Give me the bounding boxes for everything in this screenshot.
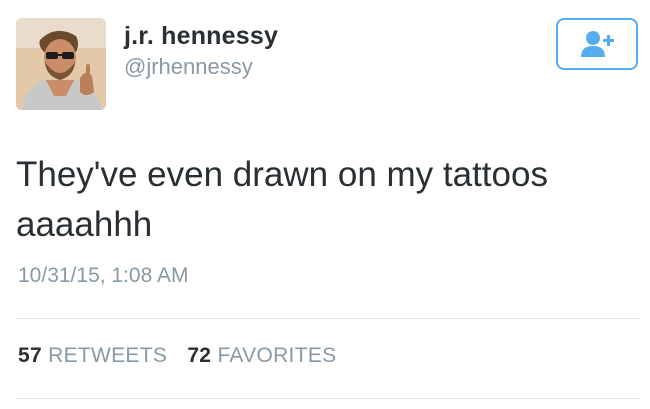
retweets-stat[interactable]: 57 RETWEETS (18, 344, 167, 368)
follow-button[interactable] (556, 18, 638, 70)
user-handle[interactable]: @jrhennessy (124, 54, 253, 80)
favorites-stat[interactable]: 72 FAVORITES (187, 344, 336, 368)
tweet-timestamp[interactable]: 10/31/15, 1:08 AM (18, 264, 188, 288)
add-user-icon (581, 31, 614, 57)
divider (16, 398, 640, 399)
favorites-label: FAVORITES (217, 344, 337, 367)
favorites-count: 72 (187, 344, 212, 367)
profile-photo-icon (16, 18, 106, 110)
tweet-stats: 57 RETWEETS 72 FAVORITES (18, 344, 336, 368)
tweet-card: j.r. hennessy @jrhennessy They've even d… (0, 0, 650, 409)
retweets-label: RETWEETS (48, 344, 168, 367)
retweets-count: 57 (18, 344, 42, 367)
avatar[interactable] (16, 18, 106, 110)
display-name[interactable]: j.r. hennessy (124, 22, 278, 51)
tweet-text: They've even drawn on my tattoos aaaahhh (16, 155, 548, 244)
divider (16, 318, 640, 319)
